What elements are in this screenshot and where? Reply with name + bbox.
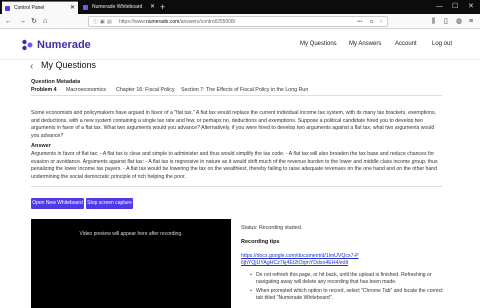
url-text: https://www.numerade.com/answers/control… xyxy=(119,19,236,25)
video-preview: Video preview will appear here after rec… xyxy=(31,219,231,308)
open-whiteboard-button[interactable]: Open New Whiteboard xyxy=(31,198,84,209)
sidebar-icon[interactable]: ▯ xyxy=(444,14,448,29)
list-item: When prompted which option to record, se… xyxy=(250,288,450,302)
new-tab-icon[interactable]: + xyxy=(160,1,165,13)
nav-log-out[interactable]: Log out xyxy=(432,41,452,47)
site-header: Numerade My Questions My Answers Account… xyxy=(0,30,480,60)
video-placeholder-text: Video preview will appear here after rec… xyxy=(79,231,183,237)
maximize-icon[interactable]: ☐ xyxy=(452,0,458,14)
metadata-problem: Problem 4 xyxy=(31,87,57,93)
tab-label: Control Panel xyxy=(14,5,45,11)
divider xyxy=(31,95,442,96)
metadata-label: Question Metadata xyxy=(31,79,81,85)
divider xyxy=(31,186,442,187)
tab-control-panel[interactable]: Control Panel ✕ xyxy=(2,1,78,14)
recording-status: Status: Recording started. xyxy=(241,225,303,231)
stop-capture-button[interactable]: Stop screen capture xyxy=(86,198,133,209)
tab-label: Numerade Whiteboard xyxy=(92,4,143,10)
nav-my-questions[interactable]: My Questions xyxy=(300,41,337,47)
tips-list: Do not refresh this page, or hit back, u… xyxy=(250,272,450,304)
back-arrow-icon[interactable]: ← xyxy=(5,14,12,29)
extension-icon[interactable]: ◍ xyxy=(456,14,462,29)
library-icon[interactable]: ⫼ xyxy=(432,14,435,29)
browser-tab-bar: Control Panel ✕ Numerade Whiteboard ✕ + … xyxy=(0,0,480,14)
reload-icon[interactable]: ↻ xyxy=(31,14,37,29)
menu-icon[interactable]: ≡ xyxy=(469,14,473,29)
answer-label: Answer xyxy=(31,143,51,149)
page-title: My Questions xyxy=(41,60,97,70)
tab-numerade-whiteboard[interactable]: Numerade Whiteboard ✕ xyxy=(80,1,158,14)
home-icon[interactable]: ⌂ xyxy=(43,14,47,29)
page-actions-icon[interactable]: ••• xyxy=(357,17,362,27)
metadata-section: Section 7: The Effects of Fiscal Policy … xyxy=(181,87,309,93)
recording-tips-title: Recording tips xyxy=(241,239,280,245)
tips-doc-link[interactable]: https://docs.google.com/document/d/1lmUV… xyxy=(241,253,361,267)
metadata-subject: Macroeconomics xyxy=(66,87,107,93)
lock-icon[interactable]: ▣ xyxy=(100,17,105,27)
list-item: Do not refresh this page, or hit back, u… xyxy=(250,272,450,286)
close-icon[interactable]: ✕ xyxy=(150,1,155,14)
question-text: Some economists and policymakers have ar… xyxy=(31,110,437,139)
bookmark-star-icon[interactable]: ☆ xyxy=(379,17,383,27)
chevron-left-icon[interactable]: ‹ xyxy=(30,61,33,72)
window-close-icon[interactable]: ✕ xyxy=(468,0,474,14)
answer-text: Arguments in favor of flat tax: - A flat… xyxy=(31,151,438,180)
numerade-favicon-icon xyxy=(5,6,10,11)
forward-arrow-icon[interactable]: → xyxy=(19,14,26,29)
metadata-chapter: Chapter 16: Fiscal Policy xyxy=(116,87,175,93)
browser-nav-bar: ← → ↻ ⌂ ⓘ ▣ ▤ https://www.numerade.com/a… xyxy=(0,14,480,29)
nav-my-answers[interactable]: My Answers xyxy=(349,41,381,47)
info-icon[interactable]: ⓘ xyxy=(93,17,98,27)
url-bar[interactable]: ⓘ ▣ ▤ https://www.numerade.com/answers/c… xyxy=(88,16,388,27)
nav-account[interactable]: Account xyxy=(395,41,417,47)
pocket-icon[interactable]: ◘ xyxy=(370,17,373,27)
logo-text: Numerade xyxy=(37,39,91,51)
permissions-icon[interactable]: ▤ xyxy=(107,17,112,27)
page: Numerade My Questions My Answers Account… xyxy=(0,30,480,308)
minimize-icon[interactable]: — xyxy=(436,0,443,14)
numerade-logo-icon xyxy=(22,39,33,51)
numerade-favicon-icon xyxy=(83,5,88,10)
